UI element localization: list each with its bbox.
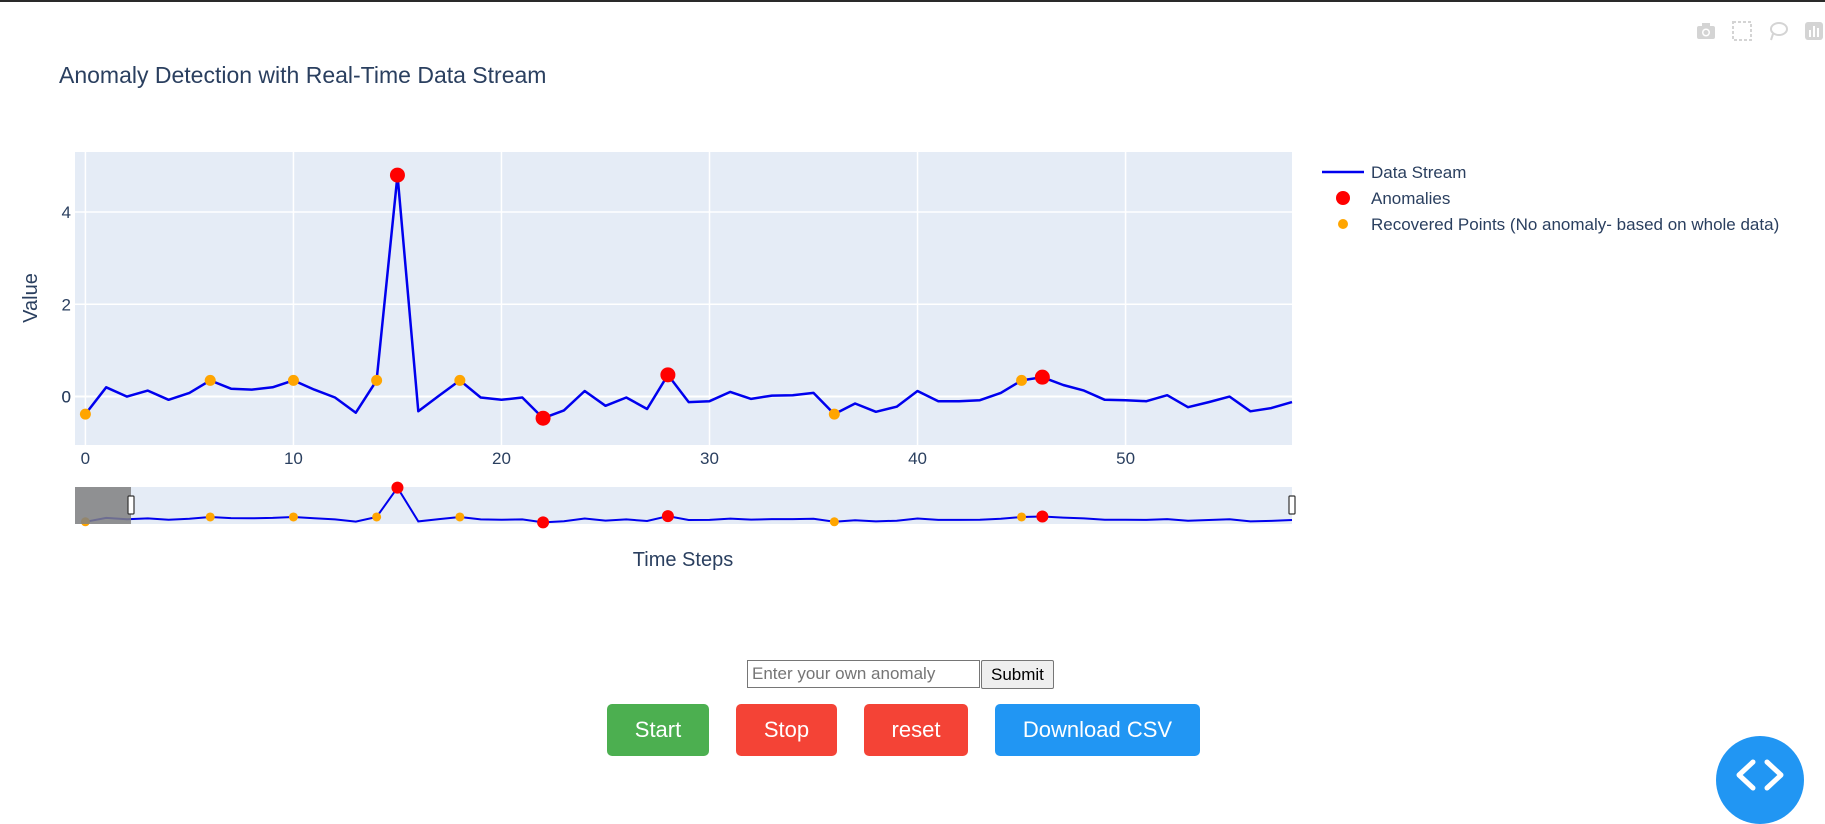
- code-toggle-button[interactable]: [1716, 736, 1804, 824]
- recovered-point: [828, 408, 840, 420]
- range-slider-mask: [75, 487, 131, 524]
- x-tick-label: 50: [1116, 449, 1135, 468]
- x-tick-label: 40: [908, 449, 927, 468]
- recovered-point-mini: [288, 512, 298, 522]
- reset-button[interactable]: reset: [864, 704, 968, 756]
- custom-anomaly-form: Submit: [747, 660, 1054, 689]
- y-tick-label: 4: [62, 203, 71, 222]
- x-tick-label: 10: [284, 449, 303, 468]
- submit-button[interactable]: Submit: [981, 660, 1054, 689]
- code-icon: [1736, 759, 1784, 791]
- recovered-point: [79, 408, 91, 420]
- legend-item-recovered[interactable]: Recovered Points (No anomaly- based on w…: [1338, 215, 1779, 234]
- y-tick-label: 0: [62, 388, 71, 407]
- plotly-logo-icon[interactable]: [1803, 20, 1825, 42]
- x-tick-label: 30: [700, 449, 719, 468]
- x-tick-label: 20: [492, 449, 511, 468]
- recovered-point: [287, 374, 299, 386]
- anomaly-point: [1034, 369, 1050, 385]
- range-slider-handle-right[interactable]: [1288, 495, 1296, 515]
- legend-label: Recovered Points (No anomaly- based on w…: [1371, 215, 1779, 234]
- download-csv-button[interactable]: Download CSV: [995, 704, 1200, 756]
- recovered-point-mini: [205, 512, 215, 522]
- anomaly-point: [535, 410, 551, 426]
- y-tick-label: 2: [62, 295, 71, 314]
- y-axis-label: Value: [20, 273, 42, 323]
- camera-icon[interactable]: [1695, 20, 1717, 42]
- x-tick-label: 0: [81, 449, 90, 468]
- recovered-point: [454, 374, 466, 386]
- chart-title: Anomaly Detection with Real-Time Data St…: [59, 62, 546, 88]
- start-button[interactable]: Start: [607, 704, 709, 756]
- modebar: [1695, 20, 1825, 42]
- recovered-point: [1016, 374, 1028, 386]
- anomaly-point-mini: [391, 481, 404, 494]
- recovered-point: [204, 374, 216, 386]
- anomaly-point-mini: [537, 516, 550, 529]
- anomaly-point: [660, 367, 676, 383]
- recovered-point-mini: [829, 517, 839, 527]
- stop-button[interactable]: Stop: [736, 704, 837, 756]
- lasso-icon[interactable]: [1767, 20, 1789, 42]
- box-select-icon[interactable]: [1731, 20, 1753, 42]
- recovered-point: [371, 374, 383, 386]
- anomaly-input[interactable]: [747, 660, 980, 688]
- recovered-point-mini: [372, 512, 382, 522]
- recovered-point-mini: [455, 512, 465, 522]
- legend-label: Anomalies: [1371, 189, 1450, 208]
- anomaly-point-mini: [661, 510, 674, 523]
- x-axis-label: Time Steps: [633, 549, 733, 571]
- legend[interactable]: Data Stream Anomalies Recovered Points (…: [1322, 163, 1779, 234]
- legend-item-data-stream[interactable]: Data Stream: [1322, 163, 1466, 182]
- anomaly-point-mini: [1036, 510, 1049, 523]
- recovered-point-mini: [1017, 512, 1027, 522]
- range-slider-handle-left[interactable]: [127, 495, 135, 515]
- legend-item-anomalies[interactable]: Anomalies: [1336, 189, 1450, 208]
- legend-label: Data Stream: [1371, 163, 1466, 182]
- anomaly-point: [389, 167, 405, 183]
- x-axis-ticks: 0 10 20 30 40 50: [81, 449, 1135, 468]
- y-axis-ticks: 0024: [62, 203, 71, 407]
